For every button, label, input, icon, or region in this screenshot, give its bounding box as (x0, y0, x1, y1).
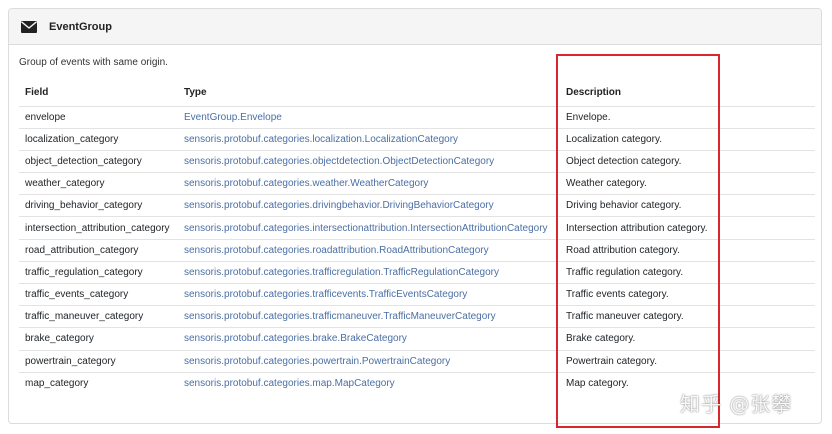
table-row: intersection_attribution_category sensori… (19, 216, 815, 240)
field-description: Envelope. (560, 105, 815, 129)
field-name: traffic_maneuver_category (19, 305, 178, 328)
field-description: Localization category. (560, 127, 815, 151)
table-row: road_attribution_category sensoris.protob… (19, 238, 815, 262)
field-name: weather_category (19, 172, 178, 195)
field-name: map_category (19, 371, 178, 395)
type-cell: EventGroup.Envelope (178, 105, 560, 129)
field-name: traffic_events_category (19, 282, 178, 306)
watermark: 知乎 @张攀 (680, 392, 793, 416)
type-link[interactable]: sensoris.protobuf.categories.intersectio… (184, 223, 548, 234)
type-cell: sensoris.protobuf.categories.brake.Brake… (178, 327, 560, 351)
header-field: Field (25, 87, 49, 99)
type-link[interactable]: sensoris.protobuf.categories.drivingbeha… (184, 200, 494, 211)
field-name: envelope (19, 105, 178, 129)
type-cell: sensoris.protobuf.categories.localizatio… (178, 127, 560, 151)
type-cell: sensoris.protobuf.categories.trafficmane… (178, 305, 560, 328)
header-description: Description (566, 87, 622, 99)
panel-description: Group of events with same origin. (19, 57, 168, 68)
envelope-icon (21, 20, 37, 33)
fields-table: Field Type Description envelope EventGrou… (19, 80, 815, 395)
field-description: Traffic regulation category. (560, 260, 815, 284)
type-cell: sensoris.protobuf.categories.drivingbeha… (178, 194, 560, 217)
type-link[interactable]: sensoris.protobuf.categories.objectdetec… (184, 156, 494, 167)
table-row: traffic_maneuver_category sensoris.protob… (19, 305, 815, 328)
field-name: brake_category (19, 327, 178, 351)
table-row: traffic_regulation_category sensoris.prot… (19, 260, 815, 284)
field-description: Road attribution category. (560, 238, 815, 262)
type-cell: sensoris.protobuf.categories.weather.Wea… (178, 172, 560, 195)
field-description: Intersection attribution category. (560, 216, 815, 240)
field-name: powertrain_category (19, 349, 178, 373)
field-name: object_detection_category (19, 149, 178, 173)
field-name: driving_behavior_category (19, 194, 178, 217)
table-row: traffic_events_category sensoris.protobuf… (19, 282, 815, 306)
type-link[interactable]: sensoris.protobuf.categories.brake.Brake… (184, 333, 407, 344)
field-description: Driving behavior category. (560, 194, 815, 217)
type-link[interactable]: sensoris.protobuf.categories.trafficmane… (184, 311, 496, 322)
panel-title: EventGroup (49, 20, 112, 33)
table-row: driving_behavior_category sensoris.protob… (19, 194, 815, 217)
field-name: road_attribution_category (19, 238, 178, 262)
table-row: weather_category sensoris.protobuf.catego… (19, 172, 815, 195)
field-name: intersection_attribution_category (19, 216, 178, 240)
type-cell: sensoris.protobuf.categories.powertrain.… (178, 349, 560, 373)
panel-header: EventGroup (9, 9, 821, 45)
type-link[interactable]: sensoris.protobuf.categories.localizatio… (184, 134, 458, 145)
header-type: Type (184, 87, 207, 99)
type-link[interactable]: sensoris.protobuf.categories.weather.Wea… (184, 178, 428, 189)
eventgroup-panel: EventGroup Group of events with same ori… (8, 8, 822, 424)
type-link[interactable]: sensoris.protobuf.categories.powertrain.… (184, 356, 450, 367)
field-description: Weather category. (560, 172, 815, 195)
table-row: brake_category sensoris.protobuf.categori… (19, 327, 815, 351)
type-link[interactable]: sensoris.protobuf.categories.map.MapCate… (184, 378, 395, 389)
type-cell: sensoris.protobuf.categories.map.MapCate… (178, 371, 560, 395)
type-cell: sensoris.protobuf.categories.trafficeven… (178, 282, 560, 306)
type-cell: sensoris.protobuf.categories.roadattribu… (178, 238, 560, 262)
field-name: localization_category (19, 127, 178, 151)
table-row: powertrain_category sensoris.protobuf.cat… (19, 349, 815, 373)
type-cell: sensoris.protobuf.categories.intersectio… (178, 216, 560, 240)
field-description: Powertrain category. (560, 349, 815, 373)
field-description: Traffic maneuver category. (560, 305, 815, 328)
type-cell: sensoris.protobuf.categories.trafficregu… (178, 260, 560, 284)
type-link[interactable]: sensoris.protobuf.categories.trafficregu… (184, 267, 499, 278)
table-header-row: Field Type Description (19, 80, 815, 106)
table-row: object_detection_category sensoris.protob… (19, 149, 815, 173)
table-row: envelope EventGroup.Envelope Envelope. (19, 105, 815, 129)
field-name: traffic_regulation_category (19, 260, 178, 284)
type-link[interactable]: sensoris.protobuf.categories.roadattribu… (184, 245, 489, 256)
field-description: Object detection category. (560, 149, 815, 173)
field-description: Traffic events category. (560, 282, 815, 306)
field-description: Brake category. (560, 327, 815, 351)
type-link[interactable]: EventGroup.Envelope (184, 112, 282, 123)
table-row: localization_category sensoris.protobuf.c… (19, 127, 815, 151)
type-link[interactable]: sensoris.protobuf.categories.trafficeven… (184, 289, 467, 300)
type-cell: sensoris.protobuf.categories.objectdetec… (178, 149, 560, 173)
